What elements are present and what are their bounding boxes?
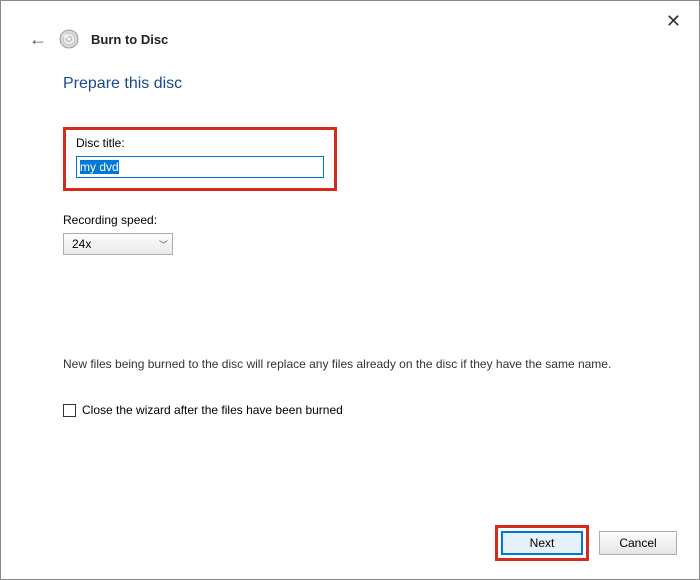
next-button[interactable]: Next: [501, 531, 583, 555]
close-icon[interactable]: ✕: [666, 11, 681, 32]
recording-speed-value: 24x: [72, 237, 91, 251]
highlight-next-button: Next: [495, 525, 589, 561]
disc-title-value: my dvd: [80, 160, 119, 174]
highlight-disc-title: Disc title: my dvd: [63, 127, 337, 191]
recording-speed-group: Recording speed: 24x ﹀: [63, 213, 637, 255]
close-wizard-label: Close the wizard after the files have be…: [82, 403, 343, 417]
dialog-title: Burn to Disc: [91, 32, 168, 47]
disc-title-group: Disc title: my dvd: [63, 127, 637, 191]
dialog-footer: Next Cancel: [1, 511, 699, 579]
page-title: Prepare this disc: [63, 75, 637, 93]
chevron-down-icon: ﹀: [159, 238, 168, 251]
close-wizard-checkbox[interactable]: [63, 404, 76, 417]
recording-speed-select[interactable]: 24x ﹀: [63, 233, 173, 255]
disc-title-label: Disc title:: [76, 136, 324, 150]
recording-speed-label: Recording speed:: [63, 213, 637, 227]
dialog-content: Prepare this disc Disc title: my dvd Rec…: [1, 57, 699, 511]
close-wizard-row: Close the wizard after the files have be…: [63, 403, 637, 417]
info-note: New files being burned to the disc will …: [63, 355, 623, 373]
disc-title-input[interactable]: my dvd: [76, 156, 324, 178]
back-arrow-icon[interactable]: ←: [29, 30, 47, 48]
dialog-header: ← Burn to Disc: [1, 1, 699, 57]
burn-to-disc-dialog: ✕ ← Burn to Disc Prepare this disc Disc …: [0, 0, 700, 580]
disc-icon: [59, 29, 79, 49]
cancel-button[interactable]: Cancel: [599, 531, 677, 555]
